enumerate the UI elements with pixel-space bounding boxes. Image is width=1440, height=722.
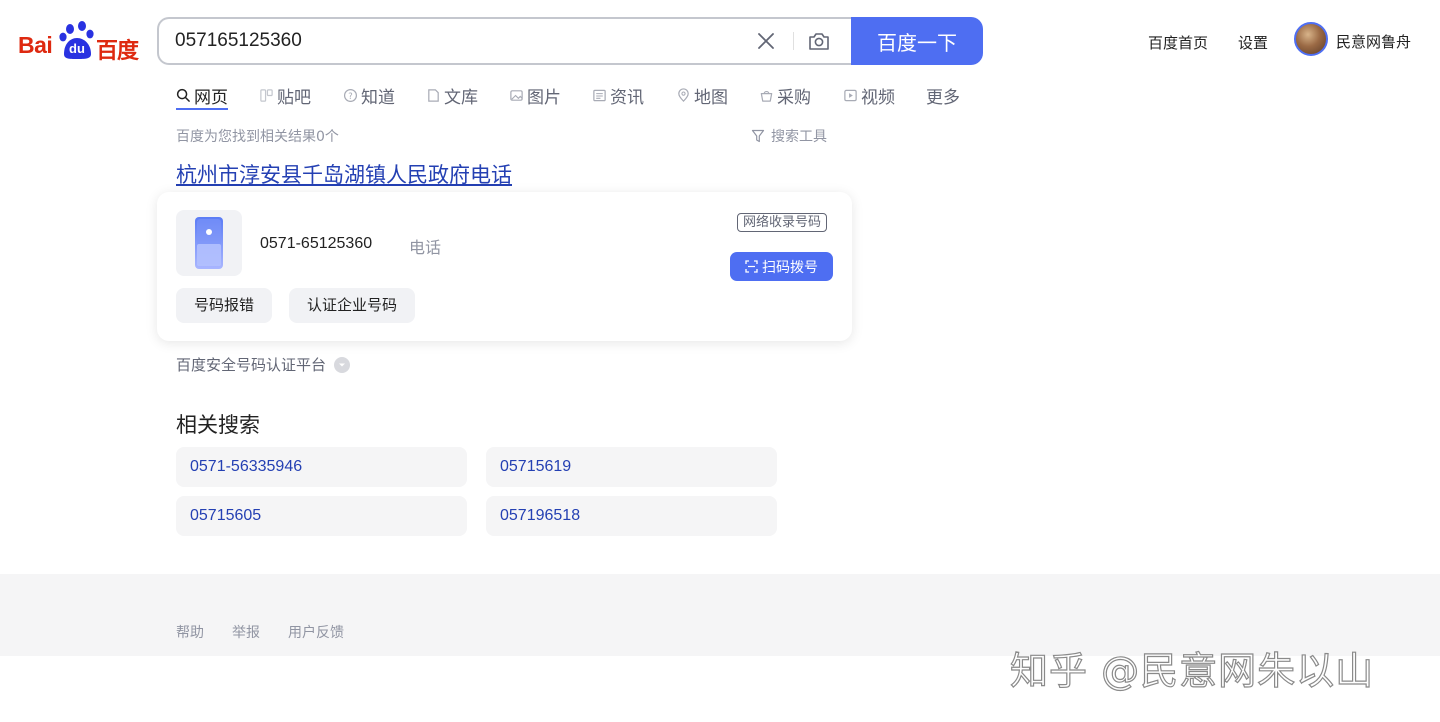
footer-feedback-link[interactable]: 用户反馈 <box>288 622 344 642</box>
tab-label: 采购 <box>777 87 811 108</box>
nav-settings-link[interactable]: 设置 <box>1238 32 1268 53</box>
video-icon <box>844 89 857 101</box>
phone-number: 0571-65125360 <box>260 235 373 252</box>
tab-zhidao[interactable]: ? 知道 <box>343 80 395 110</box>
tab-label: 文库 <box>444 87 478 108</box>
tab-label: 网页 <box>194 87 228 108</box>
related-search-item[interactable]: 0571-56335946 <box>176 447 467 487</box>
phone-card: 0571-65125360 电话 网络收录号码 扫码拨号 号码报错 认证企业号码 <box>157 192 852 341</box>
svg-text:?: ? <box>348 90 352 100</box>
certify-number-button[interactable]: 认证企业号码 <box>289 288 416 323</box>
tieba-icon <box>260 88 273 102</box>
search-input[interactable] <box>175 19 735 63</box>
scan-dial-button[interactable]: 扫码拨号 <box>730 252 833 281</box>
tab-label: 贴吧 <box>277 87 311 108</box>
tab-label: 更多 <box>926 87 960 108</box>
result-title-link[interactable]: 杭州市淳安县千岛湖镇人民政府电话 <box>176 159 512 189</box>
image-icon <box>510 89 523 101</box>
divider <box>793 32 794 50</box>
nav-home-link[interactable]: 百度首页 <box>1148 32 1208 53</box>
active-tab-indicator <box>176 108 228 110</box>
tab-video[interactable]: 视频 <box>843 80 895 110</box>
related-searches-title: 相关搜索 <box>176 413 260 437</box>
tab-images[interactable]: 图片 <box>509 80 561 110</box>
search-button[interactable]: 百度一下 <box>851 17 983 65</box>
basket-icon <box>760 90 773 102</box>
avatar[interactable] <box>1294 22 1328 56</box>
report-number-button[interactable]: 号码报错 <box>176 288 273 323</box>
tab-tieba[interactable]: 贴吧 <box>259 80 311 110</box>
username[interactable]: 民意网鲁舟 <box>1336 31 1411 52</box>
phone-icon <box>195 217 223 269</box>
tab-label: 资讯 <box>610 87 644 108</box>
scan-dial-label: 扫码拨号 <box>762 259 818 276</box>
search-box <box>157 17 853 65</box>
footer-report-link[interactable]: 举报 <box>232 622 260 642</box>
related-search-item[interactable]: 05715605 <box>176 496 467 536</box>
tab-map[interactable]: 地图 <box>676 80 728 110</box>
number-source-badge: 网络收录号码 <box>737 213 828 232</box>
tab-label: 视频 <box>861 87 895 108</box>
logo-text-bai: Bai <box>18 32 53 58</box>
logo-text-du: du <box>69 41 85 56</box>
watermark: 知乎 @民意网朱以山 <box>1009 648 1375 693</box>
chevron-down-icon[interactable] <box>334 356 351 373</box>
filter-icon <box>751 129 765 143</box>
search-tools-button[interactable]: 搜索工具 <box>751 126 827 146</box>
map-icon <box>678 87 689 102</box>
platform-label: 百度安全号码认证平台 <box>176 356 327 374</box>
scan-icon <box>745 260 758 273</box>
logo-text-cn: 百度 <box>96 39 139 64</box>
tab-news[interactable]: 资讯 <box>592 80 644 110</box>
news-icon <box>593 89 606 101</box>
tab-label: 地图 <box>694 87 728 108</box>
tab-wenku[interactable]: 文库 <box>426 80 478 110</box>
tab-label: 图片 <box>527 87 561 108</box>
tab-label: 知道 <box>361 87 395 108</box>
close-icon[interactable] <box>756 31 776 51</box>
tab-web[interactable]: 网页 <box>176 80 228 110</box>
tab-purchase[interactable]: 采购 <box>759 80 811 110</box>
result-count: 百度为您找到相关结果0个 <box>176 129 339 145</box>
tab-more[interactable]: 更多 <box>926 80 960 110</box>
related-search-item[interactable]: 05715619 <box>486 447 777 487</box>
baidu-logo[interactable]: Bai du 百度 <box>18 20 140 64</box>
search-tools-label: 搜索工具 <box>771 129 827 145</box>
question-icon: ? <box>343 88 358 102</box>
document-icon <box>428 88 439 102</box>
related-search-item[interactable]: 057196518 <box>486 496 777 536</box>
phone-type-label: 电话 <box>409 238 442 257</box>
search-icon <box>176 88 190 102</box>
source-platform: 百度安全号码认证平台 <box>176 354 351 375</box>
footer-help-link[interactable]: 帮助 <box>176 622 204 642</box>
camera-icon[interactable] <box>807 29 831 53</box>
phone-icon-container <box>176 210 242 276</box>
